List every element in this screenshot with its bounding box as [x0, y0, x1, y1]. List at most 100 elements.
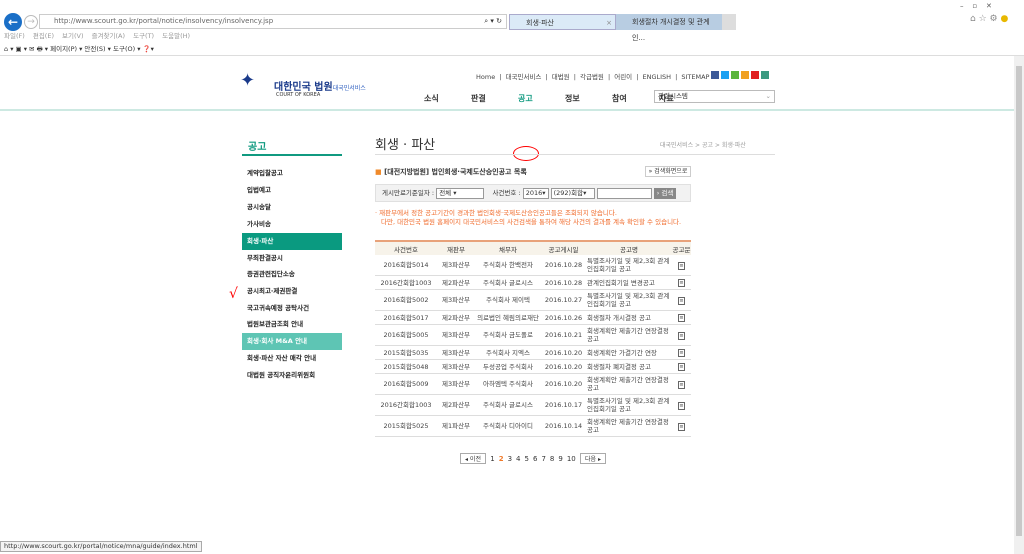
back-button[interactable]: ← — [4, 13, 22, 31]
document-icon[interactable]: ≡ — [678, 401, 685, 410]
nav-participation[interactable]: 참여 — [612, 93, 627, 104]
document-icon[interactable]: ≡ — [678, 422, 685, 431]
address-bar[interactable]: http://www.scourt.go.kr/portal/notice/in… — [39, 14, 507, 29]
table-row[interactable]: 2016회합5009 제3파산부 아하엠텍 주식회사 2016.10.20 회생계획안 … — [375, 373, 691, 395]
nav-divider — [0, 109, 1014, 111]
nav-info[interactable]: 정보 — [565, 93, 580, 104]
tab-active[interactable]: 회생·파산 × — [509, 14, 616, 30]
sidebar-item[interactable]: 대법원 공직자윤리위원회 — [242, 367, 342, 384]
table-row[interactable]: 2015회합5035 제3파산부 주식회사 지엑스 2016.10.20 회생계획안 가… — [375, 345, 691, 360]
table-cell: 주식회사 제이텍 — [475, 289, 541, 311]
notice-table: 사건번호 재판부 채무자 공고게시일 공고명 공고문 2016회합5014 제3파… — [375, 240, 691, 437]
sidebar-item[interactable]: 국고귀속예정 공탁사건 — [242, 300, 342, 317]
table-cell[interactable]: 회생계획안 가결기간 연장 — [586, 345, 672, 360]
table-cell[interactable]: 특별조사기일 및 제2,3회 관계인집회기일 공고 — [586, 255, 672, 276]
col-header: 사건번호 — [375, 240, 437, 255]
table-cell: 제1파산부 — [437, 415, 475, 437]
page-link[interactable]: 4 — [516, 455, 520, 463]
table-row[interactable]: 2016회합5005 제3파산부 주식회사 금도폴로 2016.10.21 회생계획안 … — [375, 324, 691, 346]
document-icon[interactable]: ≡ — [678, 380, 685, 389]
search-screen-button[interactable]: » 검색화면으로 — [645, 166, 691, 177]
table-cell: 주식회사 금도폴로 — [475, 324, 541, 346]
table-row[interactable]: 2016간회합1003 제2파산부 주식회사 글로시스 2016.10.17 특별조사기… — [375, 394, 691, 416]
sidebar-item[interactable]: 법원보관금조회 안내 — [242, 316, 342, 333]
table-cell: 2016.10.17 — [541, 394, 586, 416]
table-row[interactable]: 2015회합5025 제1파산부 주식회사 디아이디 2016.10.14 회생계획안 … — [375, 415, 691, 437]
next-button[interactable]: 다음 ▸ — [580, 453, 606, 464]
table-cell: 2016간회합1003 — [375, 275, 437, 290]
table-cell[interactable]: 특별조사기일 및 제2,3회 관계인집회기일 공고 — [586, 289, 672, 311]
search-bar: 게시만료기준일자 : 전체 ▾ 사건번호 : 2016▾ (292)회합▾ › … — [375, 184, 691, 202]
sidebar-item[interactable]: 가사비송 — [242, 216, 342, 233]
date-select[interactable]: 전체 ▾ — [436, 187, 485, 199]
sidebar-item[interactable]: 무죄판결공시 — [242, 250, 342, 267]
forward-button[interactable]: → — [24, 15, 38, 29]
document-icon[interactable]: ≡ — [678, 363, 685, 371]
case-number-input[interactable] — [596, 187, 652, 199]
page-link[interactable]: 7 — [541, 455, 545, 463]
table-row[interactable]: 2016회합5002 제3파산부 주식회사 제이텍 2016.10.27 특별조사기일 … — [375, 289, 691, 311]
page-link[interactable]: 9 — [558, 455, 562, 463]
sidebar-item[interactable]: 공시최고·제권판결 — [242, 283, 342, 300]
case-type-select[interactable]: (292)회합▾ — [550, 187, 595, 199]
sidebar-item[interactable]: 공시송달 — [242, 199, 342, 216]
top-links[interactable]: Home | 대국민서비스 | 대법원 | 각급법원 | 어린이 | ENGLI… — [476, 71, 770, 81]
sidebar-item[interactable]: 증권관련집단소송 — [242, 266, 342, 283]
table-row[interactable]: 2016간회합1003 제2파산부 주식회사 글로시스 2016.10.28 관계인집회… — [375, 275, 691, 290]
logo-en: COURT OF KOREA — [276, 92, 321, 98]
page-link[interactable]: 1 — [490, 455, 494, 463]
sidebar-item[interactable]: 입법예고 — [242, 182, 342, 199]
nav-notice[interactable]: 공고 — [518, 93, 533, 104]
sidebar-item[interactable]: 계약입찰공고 — [242, 165, 342, 182]
table-cell[interactable]: 회생절차 폐지결정 공고 — [586, 359, 672, 374]
table-cell[interactable]: 특별조사기일 및 제2,3회 관계인집회기일 공고 — [586, 394, 672, 416]
table-cell[interactable]: 회생계획안 제출기간 연장결정 공고 — [586, 415, 672, 437]
vertical-scrollbar[interactable] — [1014, 56, 1024, 554]
page-link[interactable]: 10 — [567, 455, 576, 463]
document-icon[interactable]: ≡ — [678, 349, 685, 357]
tab-2[interactable]: 회생절차 개시결정 및 관계인... — [616, 14, 722, 42]
table-cell: 제2파산부 — [437, 275, 475, 290]
menu-bar[interactable]: 파일(F) 편집(E) 보기(V) 즐겨찾기(A) 도구(T) 도움말(H) — [4, 30, 190, 40]
table-row[interactable]: 2016회합5017 제2파산부 의료법인 혜림의료재단 2016.10.26 회생절차… — [375, 310, 691, 325]
document-icon[interactable]: ≡ — [678, 296, 685, 305]
document-icon[interactable]: ≡ — [678, 261, 685, 270]
search-button[interactable]: › 검색 — [653, 187, 677, 199]
nav-judgment[interactable]: 판결 — [471, 93, 486, 104]
col-header: 채무자 — [475, 240, 541, 255]
sidebar-item[interactable]: 회생·회사 M&A 안내 — [242, 333, 342, 350]
table-row[interactable]: 2016회합5014 제3파산부 주식회사 한백전자 2016.10.28 특별조사기일… — [375, 255, 691, 276]
document-icon[interactable]: ≡ — [678, 314, 685, 322]
year-select[interactable]: 2016▾ — [522, 187, 549, 199]
table-cell: 제3파산부 — [437, 289, 475, 311]
sidebar-item-active[interactable]: 회생·파산 — [242, 233, 342, 250]
col-header: 재판부 — [437, 240, 475, 255]
table-cell: 제2파산부 — [437, 394, 475, 416]
command-bar[interactable]: ⌂ ▾ ▣ ▾ ✉ 🖶 ▾ 페이지(P) ▾ 안전(S) ▾ 도구(O) ▾ ❓… — [4, 43, 154, 56]
page-link[interactable]: 3 — [508, 455, 512, 463]
page-link[interactable]: 5 — [525, 455, 529, 463]
table-cell[interactable]: 관계인집회기일 변경공고 — [586, 275, 672, 290]
sidebar-item[interactable]: 회생·파산 자산 매각 안내 — [242, 350, 342, 367]
page-link[interactable]: 2 — [499, 455, 504, 463]
prev-button[interactable]: ◂ 이전 — [460, 453, 486, 464]
table-cell[interactable]: 회생절차 개시결정 공고 — [586, 310, 672, 325]
table-row[interactable]: 2015회합5048 제3파산부 두성공업 주식회사 2016.10.20 회생절차 폐… — [375, 359, 691, 374]
table-cell: 2015회합5048 — [375, 359, 437, 374]
table-cell: 제3파산부 — [437, 359, 475, 374]
table-cell[interactable]: 회생계획안 제출기간 연장결정 공고 — [586, 324, 672, 346]
page-link[interactable]: 6 — [533, 455, 537, 463]
document-icon[interactable]: ≡ — [678, 331, 685, 340]
web-page: ✦ 대한민국 법원대국민서비스 COURT OF KOREA Home | 대국… — [0, 56, 1014, 542]
table-cell: 주식회사 글로시스 — [475, 275, 541, 290]
home-star-gear-icons[interactable]: ⌂ ☆ ⚙ ● — [970, 14, 1008, 24]
table-cell[interactable]: 회생계획안 제출기간 연장결정 공고 — [586, 373, 672, 395]
document-icon[interactable]: ≡ — [678, 279, 685, 287]
nav-news[interactable]: 소식 — [424, 93, 439, 104]
status-bar: http://www.scourt.go.kr/portal/notice/mn… — [0, 541, 202, 552]
table-cell: 주식회사 디아이디 — [475, 415, 541, 437]
logo[interactable]: 대한민국 법원대국민서비스 — [274, 78, 366, 93]
new-tab-button[interactable] — [722, 14, 736, 30]
related-system-select[interactable]: 관련시스템 ⌄ — [654, 90, 775, 103]
page-link[interactable]: 8 — [550, 455, 554, 463]
